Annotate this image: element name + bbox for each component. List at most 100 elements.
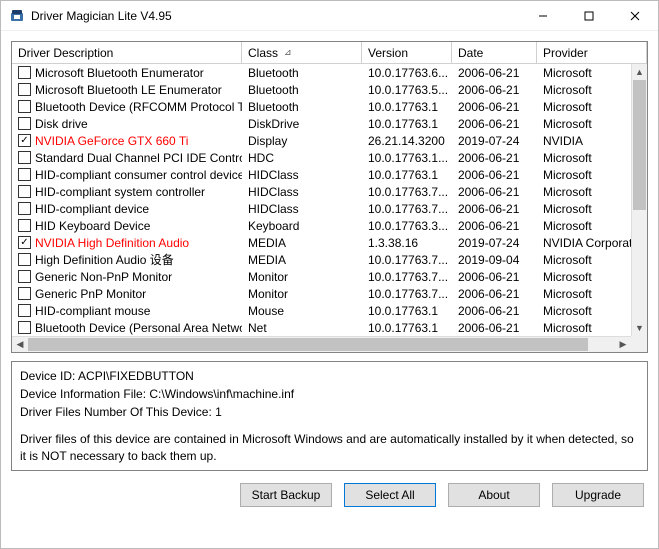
row-checkbox[interactable] (18, 202, 31, 215)
table-row[interactable]: HID Keyboard DeviceKeyboard10.0.17763.3.… (12, 217, 631, 234)
scroll-right-icon[interactable]: ▶ (615, 337, 631, 352)
table-row[interactable]: High Definition Audio 设备MEDIA10.0.17763.… (12, 251, 631, 268)
row-checkbox[interactable] (18, 270, 31, 283)
driver-description: NVIDIA GeForce GTX 660 Ti (35, 134, 188, 148)
cell-description: Microsoft Bluetooth Enumerator (12, 64, 242, 81)
row-checkbox[interactable] (18, 151, 31, 164)
vertical-scrollbar[interactable]: ▲ ▼ (631, 64, 647, 336)
row-checkbox[interactable] (18, 321, 31, 334)
scroll-corner (631, 336, 647, 352)
row-checkbox[interactable]: ✓ (18, 134, 31, 147)
device-info-panel: Device ID: ACPI\FIXEDBUTTON Device Infor… (11, 361, 648, 471)
cell-description: Bluetooth Device (RFCOMM Protocol TDI) (12, 98, 242, 115)
cell-version: 10.0.17763.1 (362, 166, 452, 183)
col-header-provider[interactable]: Provider (537, 42, 647, 63)
cell-description: HID-compliant device (12, 200, 242, 217)
table-row[interactable]: Disk driveDiskDrive10.0.17763.12006-06-2… (12, 115, 631, 132)
cell-version: 10.0.17763.3... (362, 217, 452, 234)
cell-version: 10.0.17763.1 (362, 98, 452, 115)
col-header-date[interactable]: Date (452, 42, 537, 63)
col-header-description[interactable]: Driver Description (12, 42, 242, 63)
table-row[interactable]: Bluetooth Device (RFCOMM Protocol TDI)Bl… (12, 98, 631, 115)
table-row[interactable]: Microsoft Bluetooth LE Enumerator Bluetoo… (12, 81, 631, 98)
row-checkbox[interactable] (18, 117, 31, 130)
cell-description: High Definition Audio 设备 (12, 251, 242, 268)
info-file-count: Driver Files Number Of This Device: 1 (20, 404, 639, 421)
driver-description: HID-compliant consumer control device (35, 168, 242, 182)
cell-version: 26.21.14.3200 (362, 132, 452, 149)
rows-container: Microsoft Bluetooth EnumeratorBluetooth1… (12, 64, 631, 336)
row-checkbox[interactable] (18, 185, 31, 198)
row-checkbox[interactable] (18, 287, 31, 300)
cell-description: Bluetooth Device (Personal Area Network) (12, 319, 242, 336)
maximize-button[interactable] (566, 1, 612, 31)
horizontal-scrollbar[interactable]: ◀ ▶ (12, 336, 631, 352)
cell-class: HIDClass (242, 200, 362, 217)
cell-date: 2006-06-21 (452, 149, 537, 166)
cell-class: Display (242, 132, 362, 149)
scroll-up-icon[interactable]: ▲ (632, 64, 647, 80)
scroll-left-icon[interactable]: ◀ (12, 337, 28, 352)
cell-version: 10.0.17763.1... (362, 149, 452, 166)
driver-description: Generic PnP Monitor (35, 287, 146, 301)
cell-date: 2006-06-21 (452, 319, 537, 336)
cell-class: Bluetooth (242, 81, 362, 98)
row-checkbox[interactable] (18, 168, 31, 181)
cell-version: 10.0.17763.7... (362, 183, 452, 200)
driver-description: Bluetooth Device (RFCOMM Protocol TDI) (35, 100, 242, 114)
table-row[interactable]: ✓NVIDIA High Definition AudioMEDIA1.3.38… (12, 234, 631, 251)
cell-class: Net (242, 319, 362, 336)
select-all-button[interactable]: Select All (344, 483, 436, 507)
upgrade-button[interactable]: Upgrade (552, 483, 644, 507)
driver-description: Disk drive (35, 117, 88, 131)
cell-class: MEDIA (242, 234, 362, 251)
app-icon (9, 8, 25, 24)
table-row[interactable]: Generic Non-PnP MonitorMonitor10.0.17763… (12, 268, 631, 285)
cell-date: 2006-06-21 (452, 285, 537, 302)
cell-description: HID-compliant mouse (12, 302, 242, 319)
table-row[interactable]: Microsoft Bluetooth EnumeratorBluetooth1… (12, 64, 631, 81)
row-checkbox[interactable] (18, 304, 31, 317)
cell-provider: Microsoft (537, 98, 631, 115)
row-checkbox[interactable] (18, 66, 31, 79)
table-row[interactable]: HID-compliant system controllerHIDClass1… (12, 183, 631, 200)
about-button[interactable]: About (448, 483, 540, 507)
cell-date: 2006-06-21 (452, 217, 537, 234)
driver-list-panel: Driver Description Class⊿ Version Date P… (11, 41, 648, 353)
minimize-button[interactable] (520, 1, 566, 31)
cell-provider: Microsoft (537, 268, 631, 285)
cell-description: ✓NVIDIA High Definition Audio (12, 234, 242, 251)
table-row[interactable]: Bluetooth Device (Personal Area Network)… (12, 319, 631, 336)
row-checkbox[interactable] (18, 100, 31, 113)
row-checkbox[interactable]: ✓ (18, 236, 31, 249)
cell-class: Monitor (242, 285, 362, 302)
cell-date: 2006-06-21 (452, 183, 537, 200)
table-row[interactable]: ✓ NVIDIA GeForce GTX 660 Ti Display26.21.1… (12, 132, 631, 149)
col-header-version[interactable]: Version (362, 42, 452, 63)
driver-description: Generic Non-PnP Monitor (35, 270, 172, 284)
table-row[interactable]: Standard Dual Channel PCI IDE Controller… (12, 149, 631, 166)
table-row[interactable]: HID-compliant deviceHIDClass10.0.17763.7… (12, 200, 631, 217)
start-backup-button[interactable]: Start Backup (240, 483, 332, 507)
driver-description: HID-compliant mouse (35, 304, 150, 318)
cell-provider: NVIDIA (537, 132, 631, 149)
table-row[interactable]: HID-compliant mouseMouse10.0.17763.12006… (12, 302, 631, 319)
col-header-class[interactable]: Class⊿ (242, 42, 362, 63)
table-row[interactable]: Generic PnP MonitorMonitor10.0.17763.7..… (12, 285, 631, 302)
close-button[interactable] (612, 1, 658, 31)
cell-class: HIDClass (242, 166, 362, 183)
driver-description: Microsoft Bluetooth LE Enumerator (35, 83, 222, 97)
scroll-thumb-vertical[interactable] (633, 80, 646, 210)
row-checkbox[interactable] (18, 253, 31, 266)
cell-description: HID-compliant system controller (12, 183, 242, 200)
cell-class: Bluetooth (242, 98, 362, 115)
row-checkbox[interactable] (18, 219, 31, 232)
cell-date: 2019-07-24 (452, 132, 537, 149)
cell-provider: NVIDIA Corporatio (537, 234, 631, 251)
row-checkbox[interactable] (18, 83, 31, 96)
cell-date: 2006-06-21 (452, 200, 537, 217)
table-row[interactable]: HID-compliant consumer control deviceHID… (12, 166, 631, 183)
scroll-thumb-horizontal[interactable] (28, 338, 588, 351)
scroll-down-icon[interactable]: ▼ (632, 320, 647, 336)
cell-date: 2006-06-21 (452, 268, 537, 285)
